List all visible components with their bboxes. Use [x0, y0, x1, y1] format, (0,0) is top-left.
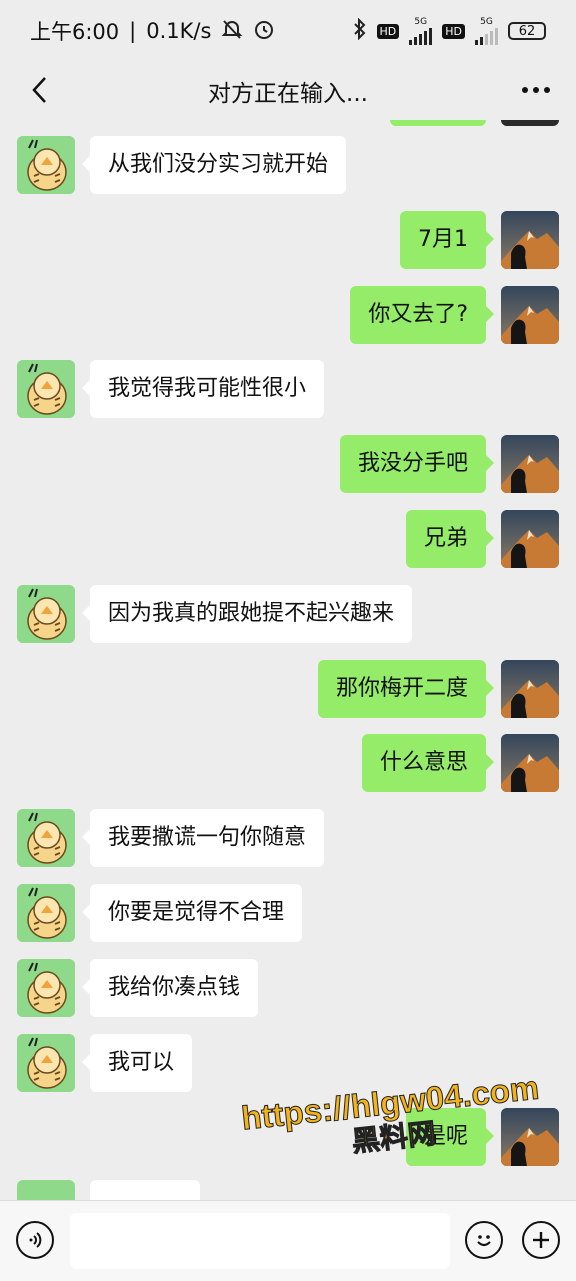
outgoing-message[interactable]: 你又去了?	[350, 286, 494, 344]
message-input[interactable]	[70, 1213, 450, 1269]
my-avatar[interactable]	[501, 286, 559, 344]
bluetooth-icon	[353, 17, 367, 45]
hd-badge-1: HD	[376, 23, 400, 39]
message-row: 兄弟	[0, 510, 576, 570]
contact-avatar[interactable]	[17, 136, 75, 194]
contact-avatar[interactable]	[17, 360, 75, 418]
incoming-message[interactable]: 我觉得我可能性很小	[81, 360, 325, 418]
more-dots-icon[interactable]	[514, 68, 558, 112]
incoming-message[interactable]: 从我们没分实习就开始	[81, 136, 347, 194]
contact-avatar[interactable]	[17, 959, 75, 1017]
my-avatar[interactable]	[501, 435, 559, 493]
signal-1: 5G	[409, 16, 433, 45]
contact-avatar[interactable]	[17, 585, 75, 643]
back-arrow-icon[interactable]	[18, 68, 62, 112]
signal-bars-icon	[475, 27, 498, 45]
status-right: HD 5G HD 5G 62	[353, 16, 546, 45]
contact-avatar[interactable]	[17, 1034, 75, 1092]
message-row: 那你梅开二度	[0, 660, 576, 720]
incoming-message[interactable]: 我给你凑点钱	[81, 959, 259, 1017]
message-row: 7月1	[0, 211, 576, 271]
network-2: 5G	[480, 16, 493, 27]
incoming-message[interactable]: 因为我真的跟她提不起兴趣来	[81, 585, 413, 643]
battery-icon: 62	[508, 22, 546, 40]
message-row: 我没分手吧	[0, 435, 576, 495]
outgoing-message[interactable]: 那你梅开二度	[317, 660, 495, 718]
battery-level: 62	[518, 23, 536, 39]
message-row: 我觉得我可能性很小	[0, 360, 576, 420]
message-row: 你要是觉得不合理	[0, 884, 576, 944]
emoji-icon[interactable]	[465, 1221, 503, 1259]
message-row: 我可以	[0, 1034, 576, 1094]
partial-bubble-top	[390, 120, 486, 126]
incoming-message[interactable]: 我可以	[81, 1034, 193, 1092]
message-row: 是呢	[0, 1108, 576, 1168]
outgoing-message[interactable]: 什么意思	[361, 734, 495, 792]
message-row: 从我们没分实习就开始	[0, 136, 576, 196]
mute-icon	[221, 18, 243, 45]
outgoing-message[interactable]: 7月1	[400, 211, 494, 269]
outgoing-message[interactable]: 是呢	[405, 1108, 495, 1166]
message-row: 因为我真的跟她提不起兴趣来	[0, 585, 576, 645]
my-avatar[interactable]	[501, 211, 559, 269]
plus-icon[interactable]	[522, 1221, 560, 1259]
message-row: 我给你凑点钱	[0, 959, 576, 1019]
alarm-icon	[253, 18, 275, 45]
hd-badge-2: HD	[442, 23, 465, 39]
status-left: 上午6:00 | 0.1K/s	[30, 16, 275, 46]
message-row: 我要撒谎一句你随意	[0, 809, 576, 869]
status-divider: |	[129, 19, 137, 43]
message-row: 你又去了?	[0, 286, 576, 346]
incoming-message[interactable]: 你要是觉得不合理	[81, 884, 303, 942]
status-speed: 0.1K/s	[146, 19, 212, 43]
contact-avatar[interactable]	[17, 884, 75, 942]
partial-bubble-bottom	[90, 1180, 200, 1200]
my-avatar[interactable]	[501, 1108, 559, 1166]
voice-icon[interactable]	[16, 1221, 54, 1259]
outgoing-message[interactable]: 我没分手吧	[339, 435, 495, 493]
message-row: 什么意思	[0, 734, 576, 794]
partial-avatar-bottom	[17, 1180, 75, 1200]
status-bar: 上午6:00 | 0.1K/s HD 5G HD 5G 62	[0, 0, 576, 62]
signal-2: 5G	[475, 16, 498, 45]
my-avatar[interactable]	[501, 734, 559, 792]
network-1: 5G	[414, 16, 428, 27]
title-bar: 对方正在输入...	[0, 62, 576, 120]
partial-avatar-top	[501, 120, 559, 126]
chat-title: 对方正在输入...	[208, 81, 368, 107]
my-avatar[interactable]	[501, 510, 559, 568]
my-avatar[interactable]	[501, 660, 559, 718]
incoming-message[interactable]: 我要撒谎一句你随意	[81, 809, 325, 867]
contact-avatar[interactable]	[17, 809, 75, 867]
input-bar	[0, 1200, 576, 1281]
status-time: 上午6:00	[30, 20, 120, 44]
chat-area[interactable]: 从我们没分实习就开始 7月1 你又去了? 我觉得我可能性很小 我没分手吧兄弟因为我真的跟…	[0, 120, 576, 1200]
signal-bars-icon	[409, 27, 433, 45]
outgoing-message[interactable]: 兄弟	[405, 510, 495, 568]
